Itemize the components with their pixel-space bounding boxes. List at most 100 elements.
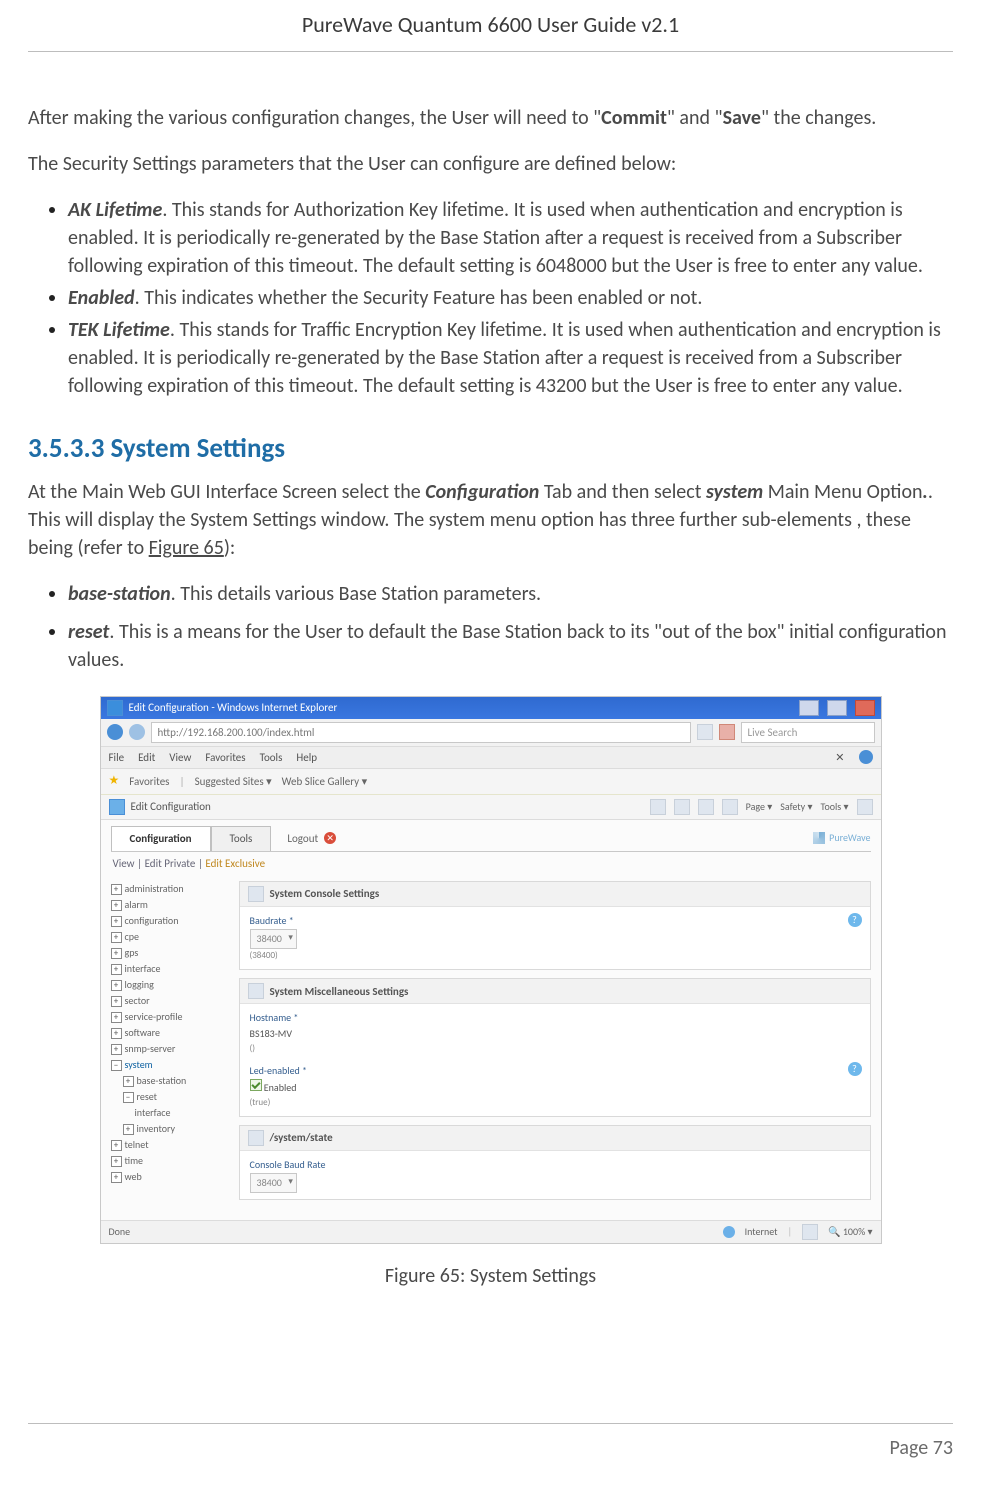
tree-node: +snmp-server	[111, 1041, 221, 1057]
led-label: Led-enabled *	[250, 1063, 860, 1079]
baudrate-label: Baudrate *	[250, 913, 860, 929]
save-word: Save	[723, 106, 761, 130]
page-number: Page 73	[890, 1436, 953, 1460]
compat-icon[interactable]	[859, 750, 873, 764]
tab-configuration[interactable]: Configuration	[111, 826, 211, 850]
baudrate-default: (38400)	[250, 949, 860, 963]
param-title: Enabled	[68, 286, 135, 310]
ie-toolbar: Page ▾ Safety ▾ Tools ▾	[650, 799, 873, 815]
stop-icon[interactable]	[719, 724, 735, 740]
browser-tab[interactable]: Edit Configuration	[131, 799, 211, 814]
config-tab-word: Configuration	[425, 480, 539, 504]
hostname-default: ()	[250, 1042, 860, 1056]
window-titlebar: Edit Configuration - Windows Internet Ex…	[101, 697, 881, 719]
t: At the Main Web GUI Interface Screen sel…	[28, 480, 425, 504]
list-item: base-station. This details various Base …	[68, 580, 953, 608]
address-bar: http://192.168.200.100/index.html Live S…	[101, 719, 881, 747]
status-done: Done	[109, 1225, 131, 1239]
baudrate-select[interactable]: 38400	[250, 929, 297, 949]
hostname-value: BS183-MV	[250, 1026, 860, 1042]
tab-tools[interactable]: Tools	[211, 826, 272, 850]
t: Main Menu Option	[763, 480, 922, 504]
back-icon[interactable]	[107, 724, 123, 740]
state-baud-select[interactable]: 38400	[250, 1173, 297, 1193]
toolbar-safety[interactable]: Safety ▾	[780, 800, 812, 814]
refresh-icon[interactable]	[697, 724, 713, 740]
tree-node: +alarm	[111, 897, 221, 913]
tree-node: +base-station	[111, 1073, 221, 1089]
tree-node: +telnet	[111, 1137, 221, 1153]
t: ):	[224, 536, 235, 560]
figure-ref: Figure 65	[149, 536, 224, 560]
brand-logo: PureWave	[813, 831, 870, 845]
app-content: Configuration Tools Logout ✕ PureWave Vi…	[101, 820, 881, 1220]
logout-link[interactable]: Logout ✕	[271, 827, 352, 850]
menu-bar: File Edit View Favorites Tools Help ✕	[101, 747, 881, 769]
home-icon[interactable]	[650, 799, 666, 815]
view-mode-a[interactable]: View | Edit Private |	[113, 857, 206, 870]
page-icon	[109, 799, 125, 815]
window-title: Edit Configuration - Windows Internet Ex…	[129, 700, 338, 715]
tree-node-system: −system	[111, 1057, 221, 1073]
print-icon[interactable]	[722, 799, 738, 815]
status-zoom[interactable]: 🔍 100% ▾	[828, 1225, 872, 1239]
panel-icon	[248, 1130, 264, 1146]
forward-icon[interactable]	[129, 724, 145, 740]
tree-node: +inventory	[111, 1121, 221, 1137]
help-icon[interactable]	[857, 799, 873, 815]
feeds-icon[interactable]	[674, 799, 690, 815]
logout-icon: ✕	[324, 832, 336, 844]
menu-edit[interactable]: Edit	[138, 750, 155, 765]
help-icon[interactable]: ?	[848, 913, 862, 927]
list-item: reset. This is a means for the User to d…	[68, 618, 953, 674]
app-tabbar: Configuration Tools Logout ✕ PureWave	[111, 826, 871, 851]
menu-help[interactable]: Help	[296, 750, 317, 765]
tree-node: +cpe	[111, 929, 221, 945]
menu-file[interactable]: File	[109, 750, 125, 765]
panel-icon	[248, 886, 264, 902]
tree-node: +administration	[111, 881, 221, 897]
menu-tools[interactable]: Tools	[260, 750, 283, 765]
status-zone: Internet	[745, 1225, 778, 1239]
menu-view[interactable]: View	[169, 750, 191, 765]
t: Tab and then select	[539, 480, 706, 504]
panel-misc: System Miscellaneous Settings Hostname *…	[239, 978, 871, 1117]
t: " the changes.	[761, 106, 876, 130]
tree-node: interface	[111, 1105, 221, 1121]
toolbar-page[interactable]: Page ▾	[746, 800, 773, 814]
nav-tree[interactable]: +administration +alarm +configuration +c…	[111, 881, 221, 1208]
suggested-sites[interactable]: Suggested Sites ▾	[195, 774, 272, 789]
commit-word: Commit	[601, 106, 667, 130]
toolbar-tools[interactable]: Tools ▾	[820, 800, 848, 814]
figure-screenshot: Edit Configuration - Windows Internet Ex…	[100, 696, 882, 1245]
minimize-button[interactable]	[799, 700, 819, 716]
url-input[interactable]: http://192.168.200.100/index.html	[151, 722, 691, 743]
list-item: Enabled. This indicates whether the Secu…	[68, 284, 953, 312]
led-value[interactable]: Enabled	[250, 1079, 860, 1096]
tree-node: +web	[111, 1169, 221, 1185]
tree-node: +interface	[111, 961, 221, 977]
item-text: . This is a means for the User to defaul…	[68, 620, 946, 672]
tree-node: +gps	[111, 945, 221, 961]
close-tabs-icon[interactable]: ✕	[835, 750, 844, 765]
item-title: base-station	[68, 582, 171, 606]
param-text: . This stands for Authorization Key life…	[68, 198, 923, 278]
tree-node: +sector	[111, 993, 221, 1009]
section-heading: 3.5.3.3 System Settings	[28, 430, 953, 468]
section-paragraph: At the Main Web GUI Interface Screen sel…	[28, 478, 953, 562]
mail-icon[interactable]	[698, 799, 714, 815]
panel-state: /system/state Console Baud Rate 38400	[239, 1125, 871, 1200]
ie-icon	[107, 700, 123, 716]
web-slice[interactable]: Web Slice Gallery ▾	[282, 774, 367, 789]
search-input[interactable]: Live Search	[741, 722, 875, 743]
view-mode-b[interactable]: Edit Exclusive	[205, 857, 265, 870]
page-header: PureWave Quantum 6600 User Guide v2.1	[28, 10, 953, 47]
close-button[interactable]	[855, 700, 875, 716]
help-icon[interactable]: ?	[848, 1062, 862, 1076]
logout-label: Logout	[287, 831, 318, 846]
menu-favorites[interactable]: Favorites	[205, 750, 245, 765]
star-icon[interactable]: ★	[109, 773, 120, 790]
maximize-button[interactable]	[827, 700, 847, 716]
tab-bar: Edit Configuration Page ▾ Safety ▾ Tools…	[101, 795, 881, 820]
favorites-label[interactable]: Favorites	[129, 774, 169, 789]
